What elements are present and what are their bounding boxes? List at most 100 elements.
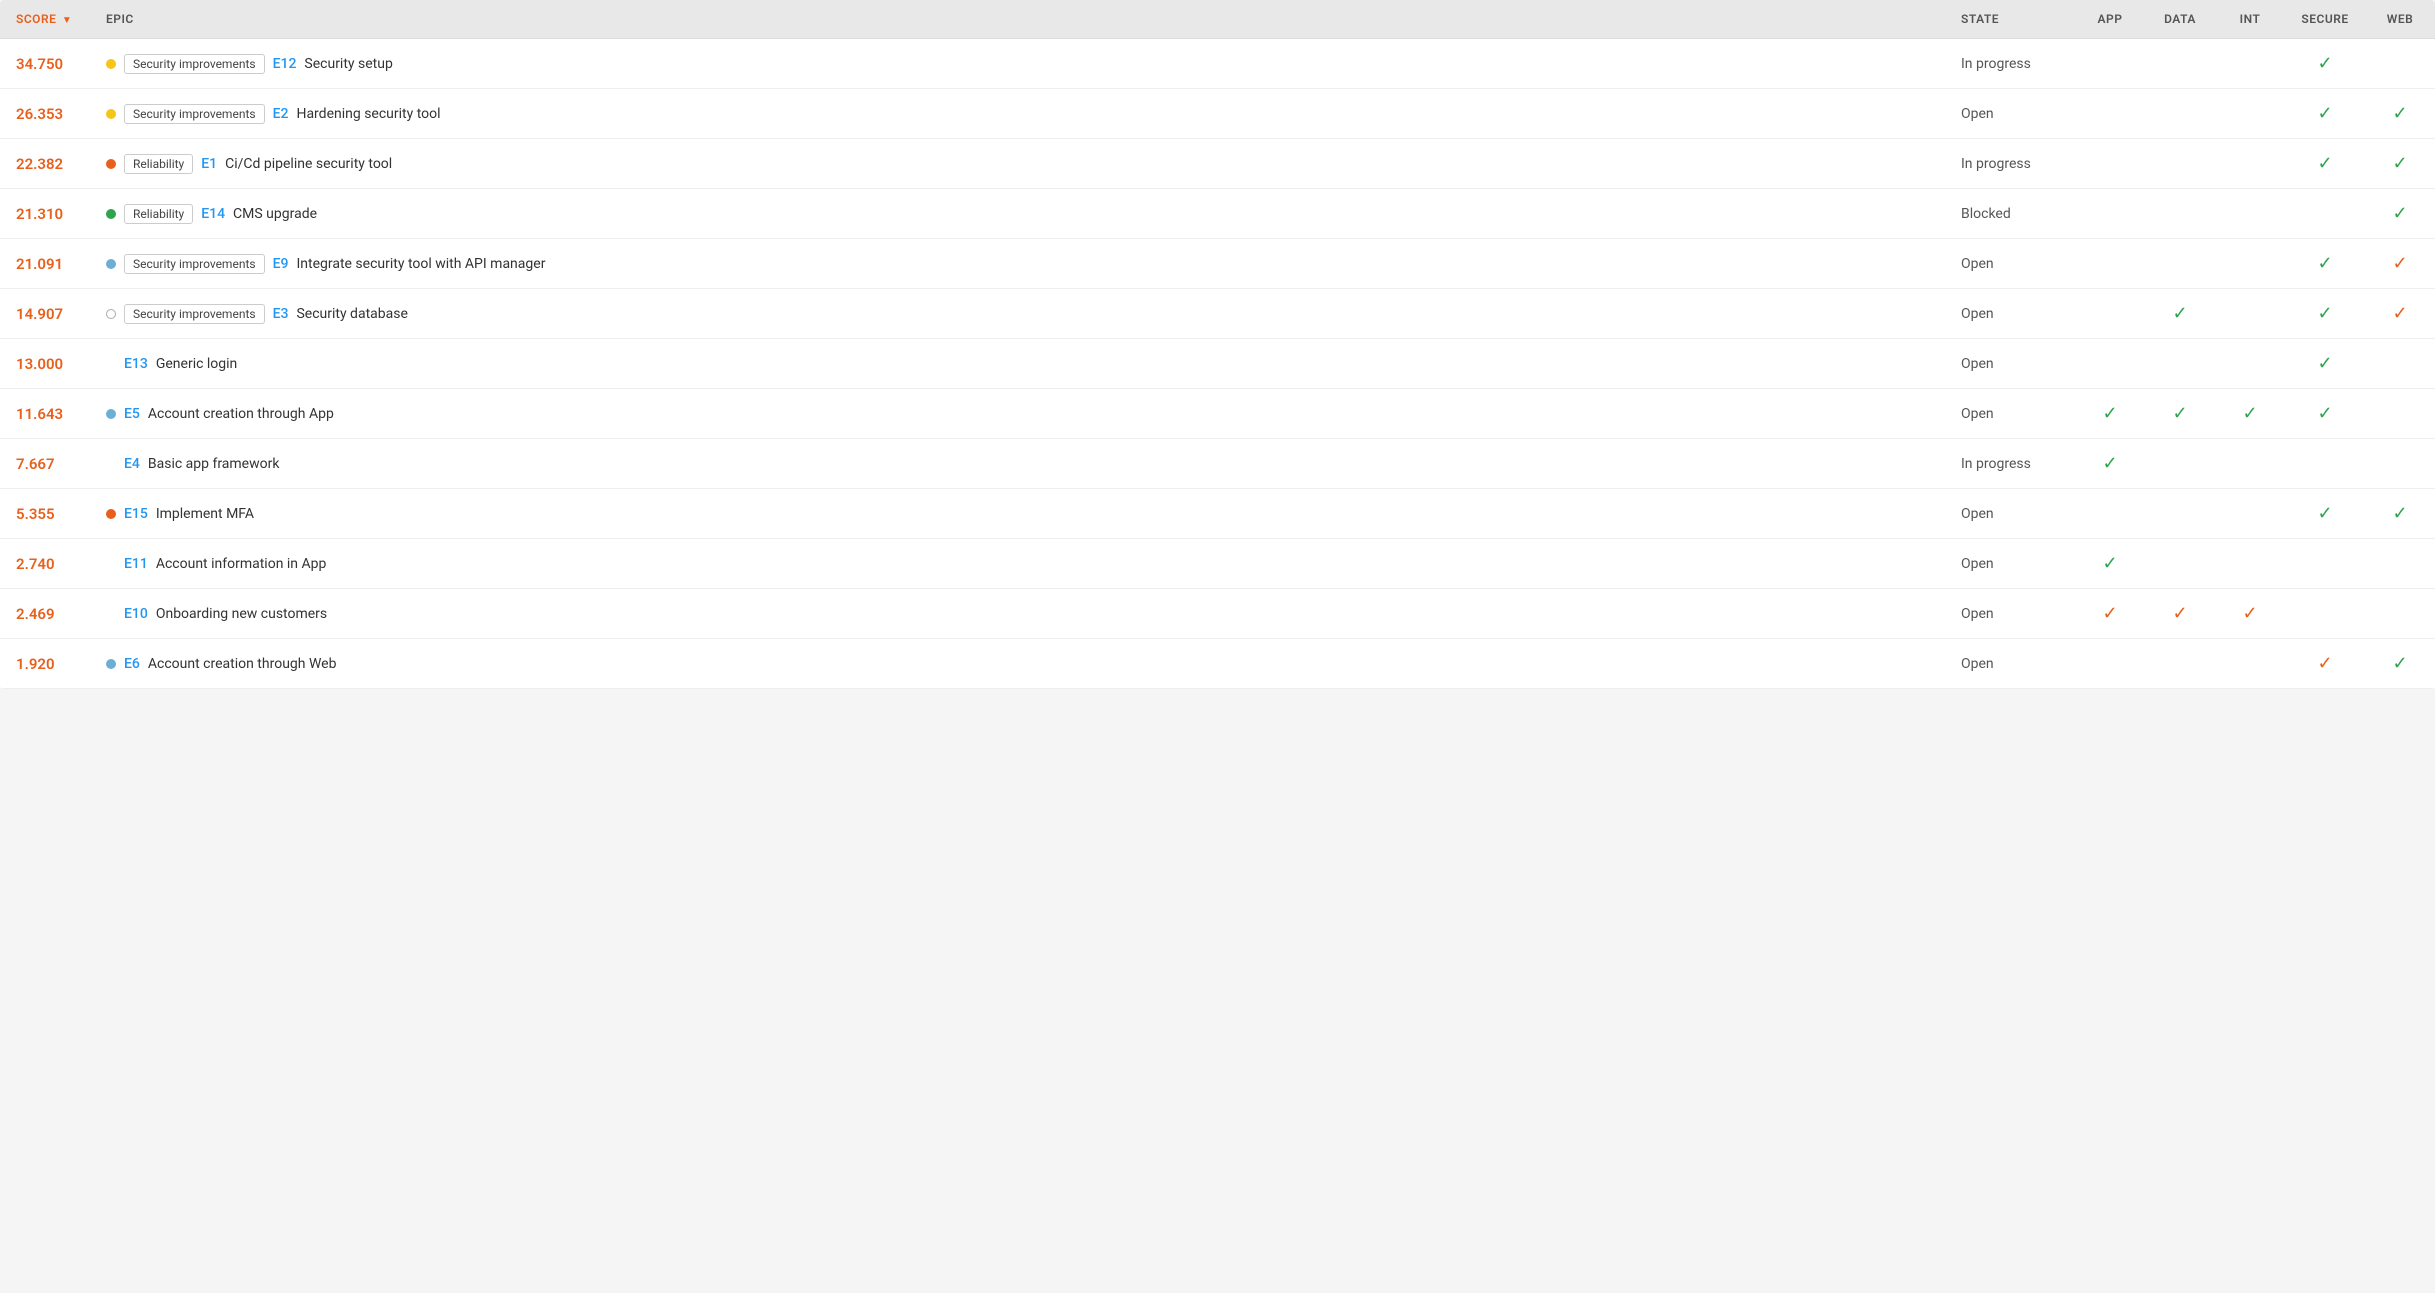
state-cell: In progress [1945, 439, 2075, 489]
col-header-app: APP [2075, 0, 2145, 39]
web-cell: ✓ [2365, 189, 2435, 239]
score-cell: 21.310 [0, 189, 90, 239]
col-header-int: INT [2215, 0, 2285, 39]
web-cell [2365, 39, 2435, 89]
epic-cell: ReliabilityE1Ci/Cd pipeline security too… [90, 139, 1945, 189]
check-icon: ✓ [2317, 253, 2332, 274]
check-icon: ✓ [2317, 153, 2332, 174]
score-cell: 11.643 [0, 389, 90, 439]
secure-cell [2285, 439, 2365, 489]
score-value: 14.907 [16, 305, 63, 323]
check-icon: ✓ [2317, 303, 2332, 324]
int-cell [2215, 439, 2285, 489]
table-body: 34.750Security improvementsE12Security s… [0, 39, 2435, 689]
score-value: 34.750 [16, 55, 63, 73]
epic-id[interactable]: E14 [201, 206, 225, 222]
epic-name: Account information in App [156, 556, 327, 572]
table-row: 7.667E4Basic app frameworkIn progress✓ [0, 439, 2435, 489]
epic-tag[interactable]: Security improvements [124, 104, 265, 124]
epic-name: Security database [296, 306, 407, 322]
score-cell: 22.382 [0, 139, 90, 189]
epic-id[interactable]: E6 [124, 656, 140, 672]
int-cell: ✓ [2215, 589, 2285, 639]
data-cell [2145, 89, 2215, 139]
state-cell: Open [1945, 239, 2075, 289]
epic-id[interactable]: E11 [124, 556, 148, 572]
epic-id[interactable]: E2 [273, 106, 289, 122]
epic-id[interactable]: E4 [124, 456, 140, 472]
epic-tag[interactable]: Reliability [124, 204, 193, 224]
data-cell [2145, 239, 2215, 289]
int-cell [2215, 189, 2285, 239]
epic-id[interactable]: E13 [124, 356, 148, 372]
epic-tag[interactable]: Security improvements [124, 54, 265, 74]
table-row: 14.907 Security improvements E3 Security da… [0, 289, 2435, 339]
check-icon: ✓ [2317, 653, 2332, 674]
score-cell: 2.469 [0, 589, 90, 639]
app-cell [2075, 489, 2145, 539]
col-header-score[interactable]: SCORE ▼ [0, 0, 90, 39]
check-icon: ✓ [2172, 403, 2187, 424]
check-icon: ✓ [2392, 653, 2407, 674]
epic-id[interactable]: E15 [124, 506, 148, 522]
int-cell [2215, 139, 2285, 189]
col-header-data: DATA [2145, 0, 2215, 39]
epic-id[interactable]: E3 [273, 306, 289, 322]
int-cell: ✓ [2215, 389, 2285, 439]
check-icon: ✓ [2392, 303, 2407, 324]
epic-id[interactable]: E12 [273, 56, 297, 72]
epic-name: Implement MFA [156, 506, 254, 522]
epic-name: Account creation through App [148, 406, 334, 422]
status-dot [106, 309, 116, 319]
epic-tag[interactable]: Security improvements [124, 254, 265, 274]
state-cell: Open [1945, 539, 2075, 589]
table-row: 21.091Security improvementsE9Integrate s… [0, 239, 2435, 289]
secure-cell [2285, 589, 2365, 639]
secure-cell [2285, 189, 2365, 239]
status-dot [106, 659, 116, 669]
score-value: 26.353 [16, 105, 63, 123]
table-row: 5.355E15Implement MFAOpen✓✓ [0, 489, 2435, 539]
web-cell: ✓ [2365, 289, 2435, 339]
web-cell: ✓ [2365, 239, 2435, 289]
epic-cell: Reliability E14 CMS upgrade [90, 189, 1945, 239]
col-header-state: STATE [1945, 0, 2075, 39]
web-cell: ✓ [2365, 89, 2435, 139]
col-header-secure: SECURE [2285, 0, 2365, 39]
table-row: 26.353Security improvementsE2Hardening s… [0, 89, 2435, 139]
check-icon: ✓ [2172, 303, 2187, 324]
data-cell [2145, 489, 2215, 539]
epic-id[interactable]: E9 [273, 256, 289, 272]
int-cell [2215, 289, 2285, 339]
web-cell [2365, 439, 2435, 489]
data-cell [2145, 139, 2215, 189]
check-icon: ✓ [2317, 103, 2332, 124]
check-icon: ✓ [2392, 153, 2407, 174]
epic-cell: Security improvementsE12Security setup [90, 39, 1945, 89]
check-icon: ✓ [2242, 603, 2257, 624]
secure-cell: ✓ [2285, 39, 2365, 89]
score-value: 21.091 [16, 255, 63, 273]
epic-tag[interactable]: Security improvements [124, 304, 265, 324]
epic-id[interactable]: E5 [124, 406, 140, 422]
epic-name: CMS upgrade [233, 206, 317, 222]
status-dot [106, 259, 116, 269]
web-cell [2365, 389, 2435, 439]
web-cell [2365, 339, 2435, 389]
epic-tag[interactable]: Reliability [124, 154, 193, 174]
web-cell: ✓ [2365, 639, 2435, 689]
col-header-web: WEB [2365, 0, 2435, 39]
epic-id[interactable]: E10 [124, 606, 148, 622]
secure-cell: ✓ [2285, 289, 2365, 339]
data-cell [2145, 39, 2215, 89]
score-value: 11.643 [16, 405, 63, 423]
score-value: 22.382 [16, 155, 63, 173]
int-cell [2215, 539, 2285, 589]
score-cell: 2.740 [0, 539, 90, 589]
app-cell [2075, 39, 2145, 89]
table-row: 21.310ReliabilityE14CMS upgradeBlocked✓ [0, 189, 2435, 239]
epic-id[interactable]: E1 [201, 156, 217, 172]
web-cell: ✓ [2365, 489, 2435, 539]
data-cell: ✓ [2145, 589, 2215, 639]
secure-cell [2285, 539, 2365, 589]
